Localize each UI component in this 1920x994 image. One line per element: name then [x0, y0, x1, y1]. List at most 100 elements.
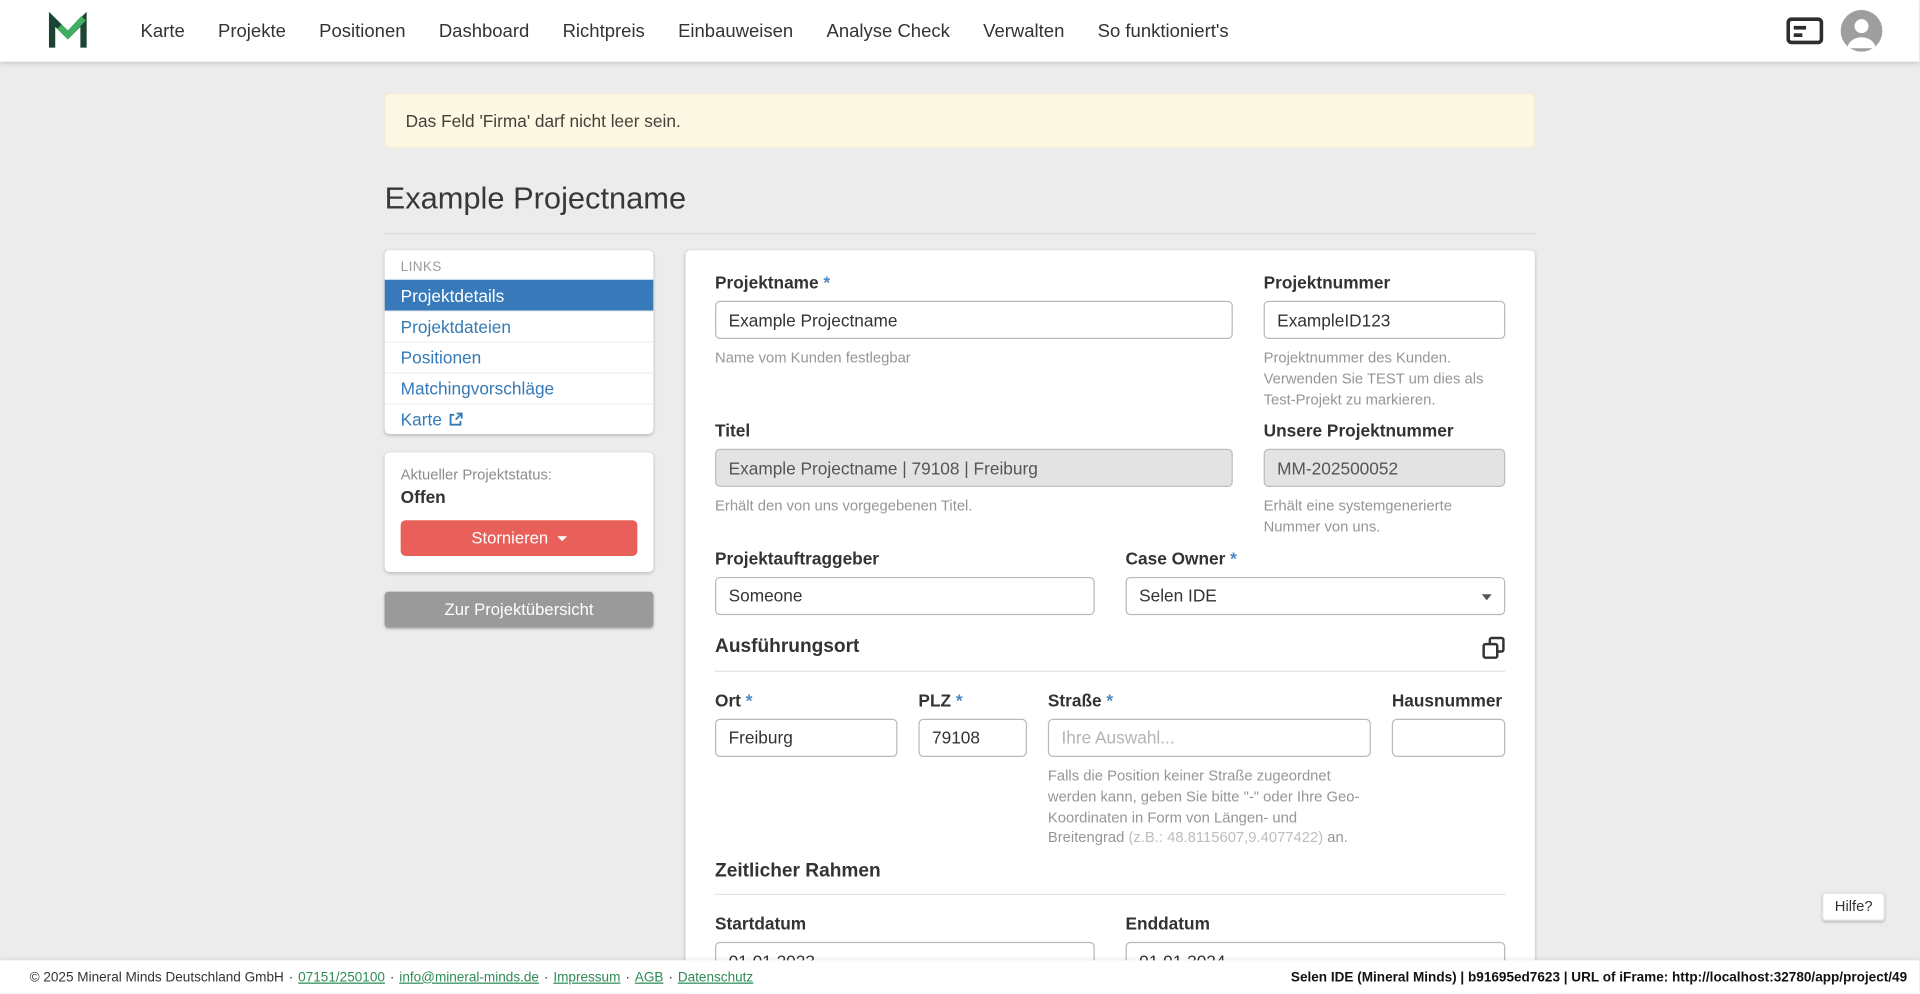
- nav-item-positionen[interactable]: Positionen: [319, 20, 405, 41]
- top-navbar: Karte Projekte Positionen Dashboard Rich…: [0, 0, 1919, 62]
- card-icon[interactable]: [1786, 17, 1823, 44]
- links-card: LINKS Projektdetails Projektdateien Posi…: [385, 250, 654, 434]
- footer-separator: ·: [390, 970, 395, 985]
- case-owner-selected-value: Selen IDE: [1139, 578, 1492, 614]
- required-asterisk: *: [823, 272, 830, 292]
- required-asterisk: *: [956, 690, 963, 710]
- section-ausfuehrungsort-title: Ausführungsort: [715, 637, 859, 659]
- nav-item-dashboard[interactable]: Dashboard: [439, 20, 529, 41]
- copy-icon: [1482, 636, 1505, 659]
- sidebar-item-label: Matchingvorschläge: [401, 378, 555, 398]
- footer-link-agb[interactable]: AGB: [635, 970, 664, 985]
- footer-left: © 2025 Mineral Minds Deutschland GmbH · …: [30, 970, 754, 985]
- nav-item-analyse-check[interactable]: Analyse Check: [827, 20, 950, 41]
- nav-item-so-funktionierts[interactable]: So funktioniert's: [1098, 20, 1229, 41]
- external-link-icon: [449, 412, 464, 427]
- title-divider: [385, 233, 1535, 234]
- projektnummer-label: Projektnummer: [1264, 272, 1506, 292]
- main-navigation: Karte Projekte Positionen Dashboard Rich…: [141, 20, 1229, 41]
- unsere-projektnummer-label: Unsere Projektnummer: [1264, 421, 1506, 441]
- section-zeitlicher-rahmen: Zeitlicher Rahmen: [715, 861, 1505, 883]
- sidebar-item-label: Projektdetails: [401, 286, 505, 306]
- section-ausfuehrungsort: Ausführungsort: [715, 636, 1505, 659]
- projektauftraggeber-input[interactable]: [715, 577, 1095, 615]
- strasse-label: Straße *: [1048, 690, 1371, 710]
- nav-item-karte[interactable]: Karte: [141, 20, 185, 41]
- session-info: Selen IDE (Mineral Minds) | b91695ed7623…: [1291, 970, 1907, 985]
- sidebar-item-projektdetails[interactable]: Projektdetails: [385, 280, 654, 311]
- titel-help: Erhält den von uns vorgegebenen Titel.: [715, 496, 1233, 517]
- projektauftraggeber-label: Projektauftraggeber: [715, 549, 1095, 569]
- validation-alert: Das Feld 'Firma' darf nicht leer sein.: [385, 94, 1535, 148]
- section-zeitlicher-rahmen-title: Zeitlicher Rahmen: [715, 861, 881, 883]
- zur-projektuebersicht-button[interactable]: Zur Projektübersicht: [385, 592, 654, 628]
- unsere-projektnummer-help: Erhält eine systemgenerierte Nummer von …: [1264, 496, 1506, 537]
- footer-separator: ·: [544, 970, 549, 985]
- alert-message: Das Feld 'Firma' darf nicht leer sein.: [406, 111, 681, 131]
- copyright-text: © 2025 Mineral Minds Deutschland GmbH: [30, 970, 284, 985]
- project-sidebar: LINKS Projektdetails Projektdateien Posi…: [385, 250, 654, 627]
- zur-projektuebersicht-label: Zur Projektübersicht: [445, 600, 594, 618]
- projektname-label: Projektname *: [715, 272, 1233, 292]
- plz-input[interactable]: [918, 719, 1026, 757]
- required-asterisk: *: [746, 690, 753, 710]
- footer-link-phone[interactable]: 07151/250100: [298, 970, 385, 985]
- startdatum-label: Startdatum: [715, 914, 1095, 934]
- case-owner-label: Case Owner *: [1126, 549, 1506, 569]
- footer-separator: ·: [289, 970, 294, 985]
- sidebar-item-positionen[interactable]: Positionen: [385, 341, 654, 372]
- strasse-input[interactable]: [1048, 719, 1371, 757]
- projektname-help: Name vom Kunden festlegbar: [715, 348, 1233, 369]
- required-asterisk: *: [1230, 549, 1237, 569]
- project-details-form: Projektname * Name vom Kunden festlegbar…: [685, 250, 1534, 994]
- projektnummer-help: Projektnummer des Kunden. Verwenden Sie …: [1264, 348, 1506, 410]
- project-status-card: Aktueller Projektstatus: Offen Storniere…: [385, 452, 654, 572]
- plz-label: PLZ *: [918, 690, 1026, 710]
- sidebar-item-label: Karte: [401, 409, 442, 429]
- unsere-projektnummer-input: [1264, 449, 1506, 487]
- nav-item-projekte[interactable]: Projekte: [218, 20, 286, 41]
- nav-item-richtpreis[interactable]: Richtpreis: [563, 20, 645, 41]
- titel-label: Titel: [715, 421, 1233, 441]
- footer-link-email[interactable]: info@mineral-minds.de: [399, 970, 539, 985]
- footer-separator: ·: [668, 970, 673, 985]
- enddatum-label: Enddatum: [1126, 914, 1506, 934]
- titel-input: [715, 449, 1233, 487]
- sidebar-item-label: Projektdateien: [401, 317, 511, 337]
- stornieren-button-label: Stornieren: [471, 529, 548, 547]
- chevron-down-icon: [557, 536, 567, 541]
- nav-item-einbauweisen[interactable]: Einbauweisen: [678, 20, 793, 41]
- sidebar-item-karte[interactable]: Karte: [385, 403, 654, 434]
- main-content: Das Feld 'Firma' darf nicht leer sein. E…: [385, 94, 1535, 994]
- sidebar-item-projektdateien[interactable]: Projektdateien: [385, 311, 654, 342]
- application-window: Karte Projekte Positionen Dashboard Rich…: [0, 0, 1919, 994]
- navbar-right-actions: [1786, 10, 1882, 52]
- footer-link-impressum[interactable]: Impressum: [553, 970, 620, 985]
- section-divider: [715, 894, 1505, 895]
- projektnummer-input[interactable]: [1264, 301, 1506, 339]
- case-owner-select[interactable]: Selen IDE: [1126, 577, 1506, 615]
- links-header: LINKS: [385, 250, 654, 280]
- hausnummer-label: Hausnummer: [1392, 690, 1505, 710]
- sidebar-item-label: Positionen: [401, 348, 482, 368]
- stornieren-button[interactable]: Stornieren: [401, 520, 638, 556]
- projektname-input[interactable]: [715, 301, 1233, 339]
- ort-label: Ort *: [715, 690, 897, 710]
- page-title: Example Projectname: [385, 181, 1535, 217]
- ort-input[interactable]: [715, 719, 897, 757]
- user-avatar-icon[interactable]: [1841, 10, 1883, 52]
- strasse-help: Falls die Position keiner Straße zugeord…: [1048, 766, 1371, 849]
- section-divider: [715, 671, 1505, 672]
- chevron-down-icon: [1482, 594, 1492, 600]
- hausnummer-input[interactable]: [1392, 719, 1505, 757]
- status-label: Aktueller Projektstatus:: [401, 466, 638, 483]
- footer-link-datenschutz[interactable]: Datenschutz: [678, 970, 753, 985]
- mineral-minds-logo-icon[interactable]: [47, 10, 89, 52]
- sidebar-item-matchingvorschlaege[interactable]: Matchingvorschläge: [385, 372, 654, 403]
- hilfe-button[interactable]: Hilfe?: [1822, 893, 1884, 921]
- footer-separator: ·: [625, 970, 630, 985]
- copy-address-button[interactable]: [1482, 636, 1505, 659]
- nav-item-verwalten[interactable]: Verwalten: [983, 20, 1064, 41]
- page-footer: © 2025 Mineral Minds Deutschland GmbH · …: [0, 960, 1919, 993]
- status-badge: Offen: [401, 487, 638, 507]
